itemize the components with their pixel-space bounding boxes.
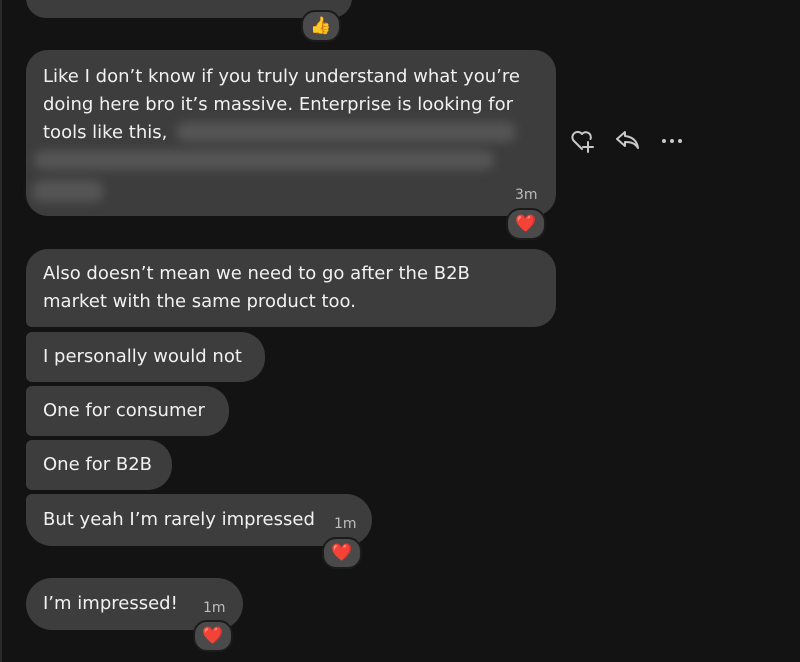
message-bubble-one-for-b2b[interactable]: One for B2B	[26, 440, 172, 490]
reply-icon	[616, 131, 639, 149]
more-options-button[interactable]	[656, 124, 688, 156]
message-text: …	[44, 0, 58, 11]
heart-icon: ❤️	[515, 213, 537, 234]
react-button[interactable]	[566, 124, 598, 156]
message-line: Like I don’t know if you truly understan…	[43, 66, 520, 87]
message-hover-actions	[566, 124, 701, 156]
message-bubble-consumer[interactable]: One for consumer	[26, 386, 229, 436]
reaction-heart[interactable]: ❤️	[322, 537, 362, 569]
message-text: But yeah I’m rarely impressed	[43, 509, 315, 530]
message-text: One for B2B	[43, 454, 152, 475]
message-timestamp: 1m	[203, 600, 226, 616]
heart-icon: ❤️	[202, 625, 224, 646]
reaction-heart[interactable]: ❤️	[506, 208, 546, 240]
message-bubble-rarely-impressed[interactable]: But yeah I’m rarely impressed 1m	[26, 494, 372, 546]
redacted-text	[34, 150, 494, 170]
reaction-heart[interactable]: ❤️	[193, 620, 233, 652]
message-text: I’m impressed!	[43, 593, 178, 614]
thumbs-up-icon: 👍	[310, 15, 332, 36]
message-line: Also doesn’t mean we need to go after th…	[43, 263, 470, 284]
redacted-text	[176, 122, 516, 142]
message-bubble-b2b-market[interactable]: Also doesn’t mean we need to go after th…	[26, 249, 556, 327]
message-timestamp: 1m	[334, 516, 357, 532]
message-line: tools like this,	[43, 122, 168, 143]
message-line: doing here bro it’s massive. Enterprise …	[43, 94, 513, 115]
more-icon	[662, 139, 682, 143]
window-edge	[0, 0, 2, 662]
message-text: One for consumer	[43, 400, 205, 421]
heart-plus-icon	[571, 130, 594, 153]
message-bubble-enterprise[interactable]: Like I don’t know if you truly understan…	[26, 50, 556, 216]
message-line: market with the same product too.	[43, 291, 356, 312]
redacted-text	[32, 180, 104, 202]
reaction-thumbs-up[interactable]: 👍	[301, 10, 341, 42]
message-text: I personally would not	[43, 346, 242, 367]
message-bubble-personally[interactable]: I personally would not	[26, 332, 265, 382]
message-timestamp: 3m	[515, 187, 538, 203]
reply-button[interactable]	[611, 124, 643, 156]
heart-icon: ❤️	[331, 542, 353, 563]
